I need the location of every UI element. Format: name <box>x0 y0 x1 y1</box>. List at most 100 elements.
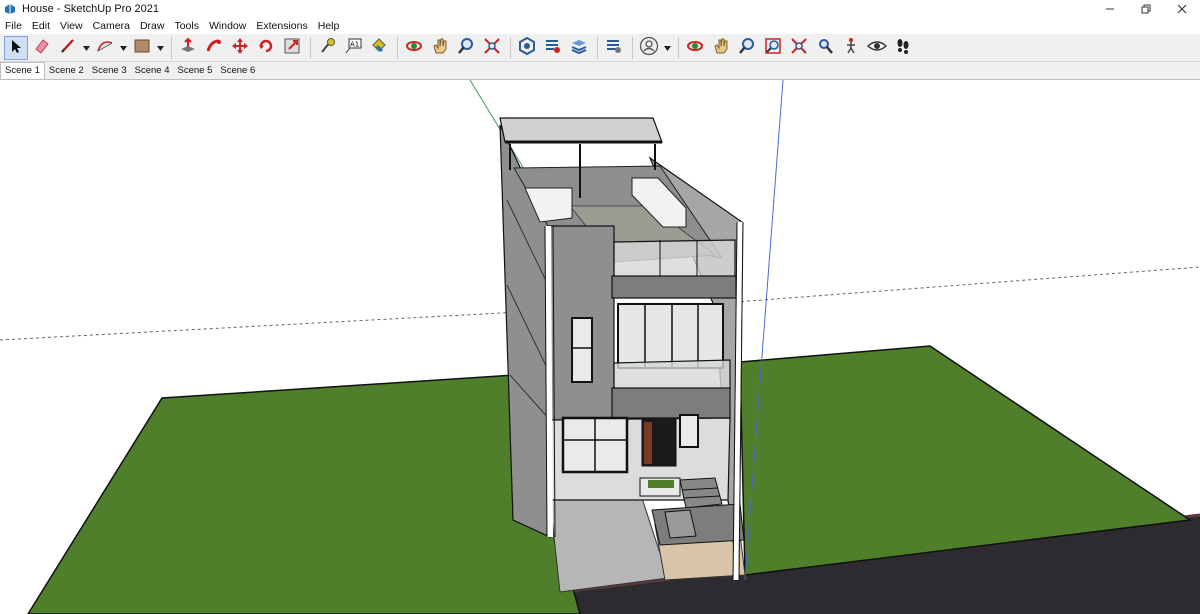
zoom-icon <box>738 37 756 58</box>
position-camera-button[interactable] <box>813 36 837 60</box>
scene-tab-1[interactable]: Scene 1 <box>0 62 45 79</box>
menu-help[interactable]: Help <box>313 20 345 32</box>
rotate-tool-button[interactable] <box>254 36 278 60</box>
paint-bucket-tool-button[interactable] <box>367 36 391 60</box>
zoom-window-icon <box>764 37 782 58</box>
send-to-layout-button[interactable] <box>567 36 591 60</box>
rectangle-icon <box>133 37 151 58</box>
menu-draw[interactable]: Draw <box>135 20 170 32</box>
window-title: House - SketchUp Pro 2021 <box>22 3 159 15</box>
walk-icon <box>842 37 860 58</box>
sketchup-app-icon <box>4 3 16 15</box>
toolbar-separator <box>171 36 172 59</box>
scene-tab-3[interactable]: Scene 3 <box>88 65 131 79</box>
title-bar: House - SketchUp Pro 2021 <box>0 0 1200 18</box>
extension-manager-button[interactable] <box>602 36 626 60</box>
toolbar-separator <box>632 36 633 59</box>
house-front-window-small <box>571 317 593 383</box>
scene-tab-5[interactable]: Scene 5 <box>174 65 217 79</box>
menu-view[interactable]: View <box>55 20 88 32</box>
restore-button[interactable] <box>1128 0 1164 18</box>
zoom-tool-button[interactable] <box>454 36 478 60</box>
follow-me-tool-button[interactable] <box>202 36 226 60</box>
upper-balcony-slab <box>611 275 737 299</box>
camera-pan-button[interactable] <box>709 36 733 60</box>
eraser-tool-button[interactable] <box>30 36 54 60</box>
extension-warehouse-icon <box>544 37 562 58</box>
dropdown-arrow-icon <box>156 42 164 54</box>
camera-zoom-extents-button[interactable] <box>787 36 811 60</box>
menu-edit[interactable]: Edit <box>27 20 55 32</box>
rectangle-tool-dropdown[interactable] <box>156 36 164 60</box>
line-icon <box>59 37 77 58</box>
account-icon <box>639 36 659 59</box>
camera-orbit-button[interactable] <box>683 36 707 60</box>
text-tool-button[interactable]: A1 <box>341 36 365 60</box>
tape-measure-tool-button[interactable] <box>315 36 339 60</box>
scale-tool-button[interactable] <box>280 36 304 60</box>
scene-tabs-bar: Scene 1 Scene 2 Scene 3 Scene 4 Scene 5 … <box>0 62 1200 80</box>
extension-warehouse-button[interactable] <box>541 36 565 60</box>
minimize-button[interactable] <box>1092 0 1128 18</box>
modeling-viewport[interactable] <box>0 80 1200 614</box>
zoom-extents-icon <box>790 37 808 58</box>
toolbar-separator <box>310 36 311 59</box>
text-icon: A1 <box>344 37 362 58</box>
look-around-icon <box>866 37 888 58</box>
entry-steps <box>651 503 745 546</box>
move-tool-button[interactable] <box>228 36 252 60</box>
extension-manager-icon <box>605 37 623 58</box>
follow-me-icon <box>205 37 223 58</box>
account-dropdown[interactable] <box>663 36 671 60</box>
pergola-top <box>499 117 663 143</box>
dropdown-arrow-icon <box>82 42 90 54</box>
pan-icon <box>431 37 449 58</box>
footprints-button[interactable] <box>891 36 915 60</box>
toolbar-separator <box>678 36 679 59</box>
window-controls <box>1092 0 1200 18</box>
select-tool-button[interactable] <box>4 35 28 60</box>
look-around-button[interactable] <box>865 36 889 60</box>
close-button[interactable] <box>1164 0 1200 18</box>
dropdown-arrow-icon <box>119 42 127 54</box>
arc-tool-button[interactable] <box>93 36 117 60</box>
house-3d-model <box>0 80 1200 614</box>
front-steps <box>679 477 723 509</box>
menu-file[interactable]: File <box>0 20 27 32</box>
pan-tool-button[interactable] <box>428 36 452 60</box>
orbit-icon <box>405 37 423 58</box>
line-tool-dropdown[interactable] <box>82 36 90 60</box>
scene-tab-6[interactable]: Scene 6 <box>216 65 259 79</box>
account-button[interactable] <box>637 36 661 60</box>
menu-tools[interactable]: Tools <box>169 20 204 32</box>
zoom-extents-tool-button[interactable] <box>480 36 504 60</box>
line-tool-button[interactable] <box>56 36 80 60</box>
3d-warehouse-button[interactable] <box>515 36 539 60</box>
arc-tool-dropdown[interactable] <box>119 36 127 60</box>
door-panel <box>644 422 652 464</box>
scale-icon <box>283 37 301 58</box>
main-toolbar: A1 <box>0 34 1200 62</box>
rectangle-tool-button[interactable] <box>130 36 154 60</box>
walk-button[interactable] <box>839 36 863 60</box>
orbit-tool-button[interactable] <box>402 36 426 60</box>
push-pull-tool-button[interactable] <box>176 36 200 60</box>
svg-text:A1: A1 <box>350 41 359 49</box>
menu-camera[interactable]: Camera <box>88 20 135 32</box>
toolbar-separator <box>510 36 511 59</box>
scene-tab-2[interactable]: Scene 2 <box>45 65 88 79</box>
scene-tab-4[interactable]: Scene 4 <box>131 65 174 79</box>
menu-window[interactable]: Window <box>204 20 251 32</box>
camera-zoom-window-button[interactable] <box>761 36 785 60</box>
camera-zoom-button[interactable] <box>735 36 759 60</box>
select-icon <box>8 38 24 57</box>
menu-extensions[interactable]: Extensions <box>251 20 312 32</box>
arc-icon <box>96 37 114 58</box>
second-floor-window <box>617 303 724 369</box>
upper-balcony-glass <box>613 239 736 279</box>
warehouse-icon <box>518 36 536 58</box>
driveway <box>549 491 669 593</box>
toolbar-separator <box>597 36 598 59</box>
tape-measure-icon <box>318 37 336 58</box>
zoom-extents-icon <box>483 37 501 58</box>
